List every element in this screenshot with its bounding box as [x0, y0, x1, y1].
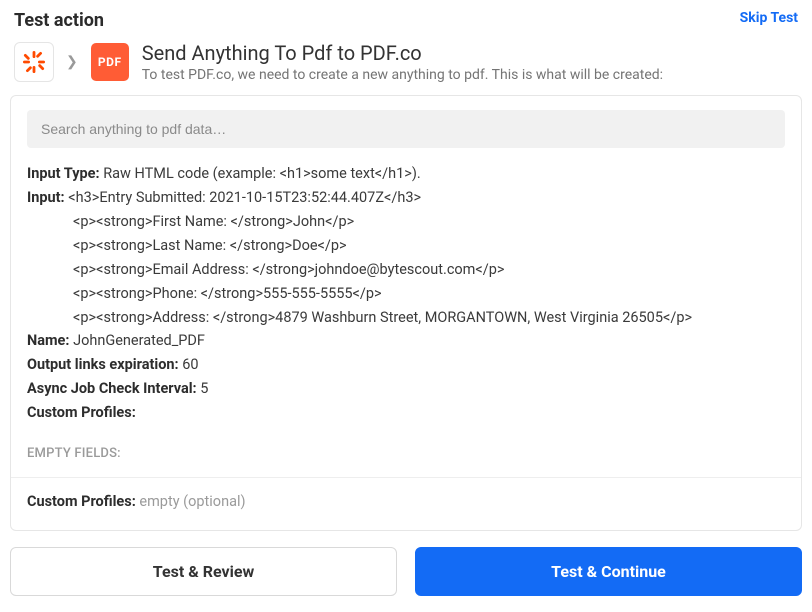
- field-async-interval: Async Job Check Interval: 5: [27, 377, 785, 401]
- field-label: Input Type:: [27, 165, 100, 182]
- field-value-line: <p><strong>Phone: </strong>555-555-5555<…: [27, 282, 785, 306]
- field-value-line: <p><strong>Last Name: </strong>Doe</p>: [27, 234, 785, 258]
- field-label: Input:: [27, 189, 65, 206]
- chevron-right-icon: ❯: [66, 54, 78, 70]
- field-input: Input: <h3>Entry Submitted: 2021-10-15T2…: [27, 186, 785, 330]
- field-output-links-expiration: Output links expiration: 60: [27, 353, 785, 377]
- test-review-button[interactable]: Test & Review: [10, 547, 397, 596]
- fields-list: Input Type: Raw HTML code (example: <h1>…: [27, 162, 785, 514]
- field-label: Custom Profiles:: [27, 493, 136, 510]
- field-input-type: Input Type: Raw HTML code (example: <h1>…: [27, 162, 785, 186]
- pdfco-badge-label: PDF: [91, 43, 129, 81]
- field-label: Custom Profiles:: [27, 404, 136, 421]
- action-title: Send Anything To Pdf to PDF.co: [142, 41, 663, 65]
- field-label: Async Job Check Interval:: [27, 380, 197, 397]
- pdfco-icon: PDF: [90, 42, 130, 82]
- empty-fields-heading: EMPTY FIELDS:: [27, 443, 785, 464]
- field-custom-profiles: Custom Profiles:: [27, 401, 785, 425]
- action-header: ❯ PDF Send Anything To Pdf to PDF.co To …: [0, 37, 812, 95]
- field-name: Name: JohnGenerated_PDF: [27, 329, 785, 353]
- field-value-line: <p><strong>Address: </strong>4879 Washbu…: [27, 306, 785, 330]
- zapier-icon: [14, 42, 54, 82]
- field-value-line: <p><strong>First Name: </strong>John</p>: [27, 210, 785, 234]
- page-title: Test action: [14, 10, 104, 31]
- search-input[interactable]: [27, 110, 785, 148]
- field-value-line: <p><strong>Email Address: </strong>johnd…: [27, 258, 785, 282]
- field-value: JohnGenerated_PDF: [73, 332, 205, 349]
- empty-field-custom-profiles: Custom Profiles: empty (optional): [27, 490, 785, 514]
- field-value-line: <h3>Entry Submitted: 2021-10-15T23:52:44…: [68, 189, 421, 206]
- field-value: 5: [200, 380, 208, 397]
- field-value: Raw HTML code (example: <h1>some text</h…: [103, 165, 421, 182]
- action-subtitle: To test PDF.co, we need to create a new …: [142, 67, 663, 83]
- field-value: empty (optional): [139, 493, 245, 510]
- field-label: Output links expiration:: [27, 356, 179, 373]
- test-continue-button[interactable]: Test & Continue: [415, 547, 802, 596]
- skip-test-link[interactable]: Skip Test: [740, 10, 798, 26]
- divider: [11, 477, 801, 478]
- test-data-panel: Input Type: Raw HTML code (example: <h1>…: [10, 95, 802, 531]
- field-label: Name:: [27, 332, 69, 349]
- field-value: 60: [182, 356, 198, 373]
